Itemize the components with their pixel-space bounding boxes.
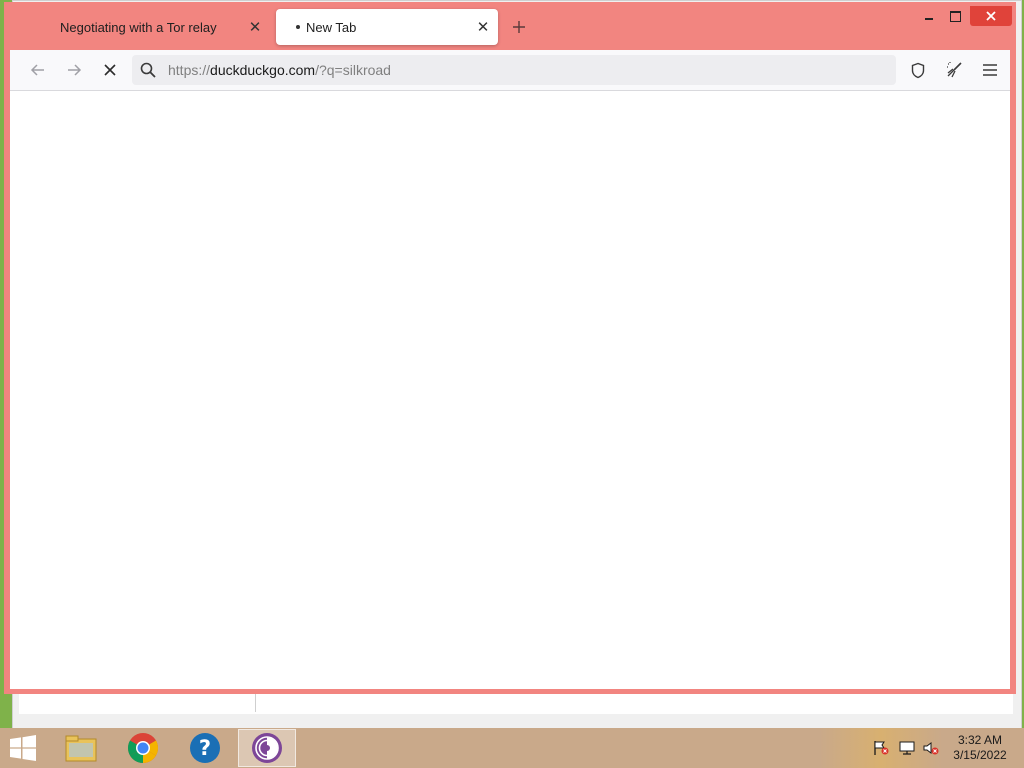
broom-icon [947, 62, 962, 78]
tor-browser-icon [252, 733, 282, 763]
svg-text:?: ? [199, 736, 211, 760]
minimize-button[interactable] [916, 6, 942, 26]
url-path: /?q=silkroad [315, 62, 391, 78]
browser-window: Negotiating with a Tor relay ✕ New Tab ✕ [4, 2, 1016, 694]
shield-button[interactable] [904, 56, 932, 84]
shield-icon [911, 62, 925, 78]
close-tab-icon[interactable]: ✕ [474, 18, 492, 36]
action-center-flag-icon[interactable] [872, 740, 890, 756]
network-icon[interactable] [898, 740, 916, 756]
tab-tor-relay[interactable]: Negotiating with a Tor relay ✕ [44, 9, 270, 45]
tab-new-tab[interactable]: New Tab ✕ [276, 9, 498, 45]
navigation-toolbar: https://duckduckgo.com/?q=silkroad [10, 50, 1010, 91]
url-text[interactable]: https://duckduckgo.com/?q=silkroad [168, 62, 391, 78]
start-button[interactable] [8, 735, 38, 761]
stop-icon [104, 64, 116, 76]
tab-label: Negotiating with a Tor relay [60, 19, 217, 35]
maximize-icon [949, 10, 961, 22]
tab-label: New Tab [306, 19, 357, 35]
windows-logo-icon [10, 735, 36, 761]
new-identity-button[interactable] [940, 56, 968, 84]
taskbar-help[interactable]: ? [176, 729, 234, 767]
volume-muted-icon[interactable] [922, 740, 940, 756]
taskbar-file-explorer[interactable] [52, 729, 110, 767]
plus-icon [513, 21, 525, 33]
close-icon [986, 11, 996, 21]
background-window-statusbar [19, 691, 1013, 714]
menu-button[interactable] [976, 56, 1004, 84]
hamburger-icon [983, 64, 997, 76]
help-icon: ? [190, 733, 220, 763]
page-content[interactable] [10, 91, 1010, 689]
chrome-icon [127, 733, 159, 763]
folder-icon [65, 735, 97, 762]
divider [255, 692, 256, 712]
arrow-left-icon [30, 64, 44, 76]
taskbar-chrome[interactable] [114, 729, 172, 767]
maximize-button[interactable] [942, 6, 968, 26]
url-host: duckduckgo.com [210, 62, 316, 78]
stop-loading-button[interactable] [96, 56, 124, 84]
system-clock[interactable]: 3:32 AM 3/15/2022 [948, 733, 1012, 763]
loading-dot-icon [296, 25, 300, 29]
new-tab-button[interactable] [508, 16, 530, 38]
clock-time: 3:32 AM [957, 733, 1003, 747]
address-bar[interactable]: https://duckduckgo.com/?q=silkroad [132, 55, 896, 85]
search-icon [140, 62, 156, 78]
minimize-icon [925, 18, 933, 20]
tab-strip: Negotiating with a Tor relay ✕ New Tab ✕ [4, 2, 1016, 48]
clock-date: 3/15/2022 [953, 748, 1007, 762]
back-button[interactable] [24, 56, 52, 84]
close-window-button[interactable] [970, 6, 1012, 26]
taskbar-tor-browser[interactable] [238, 729, 296, 767]
forward-button[interactable] [60, 56, 88, 84]
taskbar: ? 3:32 AM 3/15/2022 [0, 728, 1024, 768]
arrow-right-icon [68, 64, 82, 76]
url-scheme: https:// [168, 62, 211, 78]
close-tab-icon[interactable]: ✕ [246, 18, 264, 36]
